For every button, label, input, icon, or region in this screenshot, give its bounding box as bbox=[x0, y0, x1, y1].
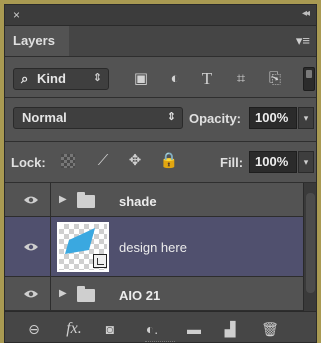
visibility-toggle[interactable] bbox=[5, 183, 51, 216]
lock-label: Lock: bbox=[11, 155, 46, 170]
dropdown-arrow-icon: ⇕ bbox=[92, 72, 102, 84]
panel-titlebar: × ◂◂ bbox=[5, 5, 316, 26]
type-filter-icon[interactable]: T bbox=[197, 69, 217, 89]
lock-image-icon[interactable]: ⟋ bbox=[93, 151, 113, 171]
tab-layers[interactable]: Layers bbox=[5, 26, 69, 56]
fx-icon[interactable]: fx. bbox=[63, 319, 85, 339]
image-filter-icon[interactable]: ▣ bbox=[131, 69, 151, 89]
new-adjustment-icon[interactable]: ◐. bbox=[141, 319, 163, 339]
filter-row: ⌕ Kind ⇕ ▣ ◐ T ⌗ ⎘ bbox=[5, 57, 316, 97]
lock-position-icon[interactable]: ✥ bbox=[125, 151, 145, 171]
divider bbox=[5, 141, 316, 142]
scrollbar-thumb[interactable] bbox=[306, 193, 315, 293]
layers-panel: × ◂◂ Layers ▾≡ ⌕ Kind ⇕ ▣ ◐ T ⌗ ⎘ Normal… bbox=[4, 4, 317, 343]
layer-list-scrollbar[interactable] bbox=[303, 183, 316, 311]
tab-row: Layers ▾≡ bbox=[5, 26, 316, 57]
smart-object-badge-icon bbox=[93, 254, 107, 268]
visibility-toggle[interactable] bbox=[5, 277, 51, 310]
opacity-label: Opacity: bbox=[189, 111, 242, 126]
folder-icon bbox=[77, 192, 95, 208]
opacity-input[interactable]: 100% bbox=[249, 107, 297, 129]
blend-mode-label: Normal bbox=[22, 110, 67, 125]
layer-row-aio-21[interactable]: ▶ AIO 21 bbox=[5, 277, 303, 311]
lock-transparent-icon[interactable] bbox=[61, 154, 75, 168]
layer-list: ▶ shade design here ▶ AIO 21 bbox=[5, 183, 303, 311]
divider bbox=[5, 97, 316, 98]
fill-label: Fill: bbox=[220, 155, 244, 170]
layer-row-design-here[interactable]: design here bbox=[5, 217, 303, 277]
new-group-icon[interactable]: ▬ bbox=[183, 319, 205, 339]
filter-kind-label: Kind bbox=[37, 71, 66, 86]
folder-icon bbox=[77, 286, 95, 302]
eye-icon bbox=[23, 195, 39, 205]
add-mask-icon[interactable]: ◙ bbox=[99, 319, 121, 339]
lock-all-icon[interactable]: 🔒 bbox=[159, 151, 179, 171]
layer-name: shade bbox=[119, 194, 157, 209]
expand-group-icon[interactable]: ▶ bbox=[59, 288, 67, 299]
fill-stepper[interactable]: ▾ bbox=[298, 151, 314, 173]
panel-menu-icon[interactable]: ▾≡ bbox=[296, 33, 310, 49]
smart-object-filter-icon[interactable]: ⎘ bbox=[265, 69, 285, 89]
layers-bottom-toolbar: ⊖ fx. ◙ ◐. ▬ ▟ 🗑 bbox=[5, 311, 316, 342]
delete-layer-icon[interactable]: 🗑 bbox=[259, 319, 281, 339]
eye-icon bbox=[23, 289, 39, 299]
link-layers-icon[interactable]: ⊖ bbox=[23, 319, 45, 339]
close-icon[interactable]: × bbox=[13, 8, 20, 22]
layer-name: AIO 21 bbox=[119, 288, 161, 303]
visibility-toggle[interactable] bbox=[5, 217, 51, 276]
layer-name: design here bbox=[119, 240, 187, 255]
blend-mode-select[interactable]: Normal ⇕ bbox=[13, 107, 183, 129]
collapse-icon[interactable]: ◂◂ bbox=[302, 8, 310, 19]
adjustment-filter-icon[interactable]: ◐ bbox=[165, 69, 185, 89]
dropdown-arrow-icon: ⇕ bbox=[166, 111, 176, 123]
filter-kind-select[interactable]: ⌕ Kind ⇕ bbox=[13, 68, 109, 90]
expand-group-icon[interactable]: ▶ bbox=[59, 194, 67, 205]
eye-icon bbox=[23, 242, 39, 252]
search-icon: ⌕ bbox=[21, 71, 29, 86]
shape-filter-icon[interactable]: ⌗ bbox=[231, 69, 251, 89]
layer-row-shade[interactable]: ▶ shade bbox=[5, 183, 303, 217]
fill-input[interactable]: 100% bbox=[249, 151, 297, 173]
opacity-stepper[interactable]: ▾ bbox=[298, 107, 314, 129]
new-layer-icon[interactable]: ▟ bbox=[219, 319, 241, 339]
filter-toggle-switch[interactable] bbox=[303, 67, 315, 91]
layer-thumbnail bbox=[57, 222, 109, 272]
